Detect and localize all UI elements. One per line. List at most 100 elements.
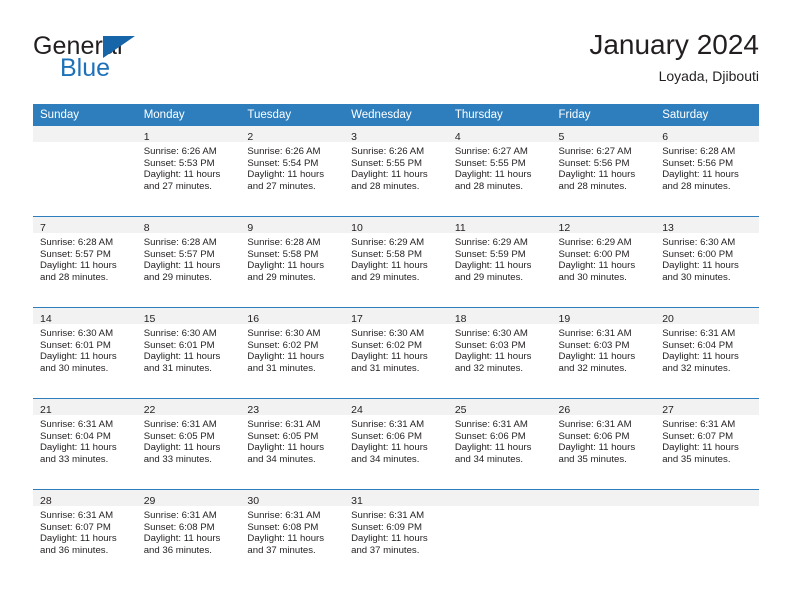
brand-logo[interactable]: General Blue [33, 32, 263, 92]
calendar-day-cell[interactable]: 31 Sunrise: 6:31 AM Sunset: 6:09 PM Dayligh… [344, 489, 448, 580]
day-number: 27 [662, 404, 674, 416]
day-number: 12 [558, 222, 571, 234]
sunset-text: Sunset: 6:03 PM [454, 339, 526, 351]
calendar-day-cell[interactable]: 17 Sunrise: 6:30 AM Sunset: 6:02 PM Dayligh… [344, 307, 448, 399]
day-cell-content: 20 Sunrise: 6:31 AM Sunset: 6:04 PM Dayligh… [655, 308, 759, 398]
day-number-band: 6 [655, 126, 759, 143]
day-cell-content: 29 Sunrise: 6:31 AM Sunset: 6:08 PM Dayligh… [136, 490, 241, 580]
day-number: 15 [143, 313, 156, 325]
daylight-text-line2: and 30 minutes. [558, 271, 627, 283]
calendar-day-cell[interactable]: 21 Sunrise: 6:31 AM Sunset: 6:04 PM Dayligh… [33, 398, 137, 490]
calendar-day-cell[interactable]: 9 Sunrise: 6:28 AM Sunset: 5:58 PM Daylight… [240, 216, 345, 308]
calendar-day-cell[interactable]: 27 Sunrise: 6:31 AM Sunset: 6:07 PM Dayligh… [655, 398, 759, 490]
calendar-day-cell[interactable]: 11 Sunrise: 6:29 AM Sunset: 5:59 PM Dayligh… [447, 216, 552, 308]
day-details: Sunrise: 6:31 AM Sunset: 6:09 PM Daylight:… [344, 506, 448, 556]
sunset-text: Sunset: 5:55 PM [351, 157, 423, 169]
page-subtitle: Loyada, Djibouti [658, 68, 759, 84]
sunrise-text: Sunrise: 6:31 AM [662, 328, 736, 339]
calendar-day-cell[interactable]: 24 Sunrise: 6:31 AM Sunset: 6:06 PM Dayligh… [344, 398, 448, 490]
calendar-day-cell[interactable]: 13 Sunrise: 6:30 AM Sunset: 6:00 PM Dayligh… [655, 216, 759, 308]
calendar-day-cell[interactable]: 30 Sunrise: 6:31 AM Sunset: 6:08 PM Dayligh… [240, 489, 345, 580]
calendar-day-cell[interactable]: 14 Sunrise: 6:30 AM Sunset: 6:01 PM Dayligh… [33, 307, 137, 399]
day-number: 25 [454, 404, 467, 416]
sunset-text: Sunset: 6:01 PM [143, 339, 215, 351]
sunrise-text: Sunrise: 6:28 AM [662, 146, 736, 157]
daylight-text-line1: Daylight: 11 hours [143, 442, 221, 454]
day-number-band: 15 [136, 308, 241, 325]
daylight-text-line1: Daylight: 11 hours [454, 351, 532, 363]
day-number-band: 17 [344, 308, 448, 325]
calendar-week-row: 14 Sunrise: 6:30 AM Sunset: 6:01 PM Dayligh… [33, 307, 759, 399]
weekday-header-sunday: Sunday [33, 104, 137, 126]
day-details: Sunrise: 6:31 AM Sunset: 6:08 PM Daylight:… [240, 506, 344, 556]
day-number: 20 [662, 313, 674, 325]
calendar-day-cell[interactable]: 22 Sunrise: 6:31 AM Sunset: 6:05 PM Dayligh… [136, 398, 241, 490]
day-cell-content: 3 Sunrise: 6:26 AM Sunset: 5:55 PM Daylight… [344, 126, 448, 216]
calendar-day-cell[interactable]: 15 Sunrise: 6:30 AM Sunset: 6:01 PM Dayligh… [136, 307, 241, 399]
calendar-day-cell[interactable]: 8 Sunrise: 6:28 AM Sunset: 5:57 PM Daylight… [136, 216, 241, 308]
day-cell-content: 2 Sunrise: 6:26 AM Sunset: 5:54 PM Daylight… [240, 126, 345, 216]
daylight-text-line2: and 28 minutes. [558, 180, 627, 192]
daylight-text-line2: and 30 minutes. [40, 362, 109, 374]
sunrise-text: Sunrise: 6:26 AM [247, 146, 321, 157]
calendar-day-cell[interactable]: 12 Sunrise: 6:29 AM Sunset: 6:00 PM Dayligh… [551, 216, 656, 308]
daylight-text-line2: and 37 minutes. [247, 544, 316, 556]
sunset-text: Sunset: 6:06 PM [558, 430, 630, 442]
day-number: 13 [662, 222, 674, 234]
daylight-text-line1: Daylight: 11 hours [662, 260, 739, 272]
sunset-text: Sunset: 6:05 PM [143, 430, 215, 442]
calendar-day-cell[interactable] [655, 489, 759, 580]
calendar-day-cell[interactable] [447, 489, 552, 580]
calendar-day-cell[interactable]: 29 Sunrise: 6:31 AM Sunset: 6:08 PM Dayligh… [136, 489, 241, 580]
sunrise-text: Sunrise: 6:26 AM [143, 146, 217, 157]
day-cell-content: 8 Sunrise: 6:28 AM Sunset: 5:57 PM Daylight… [136, 217, 241, 307]
calendar-day-cell[interactable]: 25 Sunrise: 6:31 AM Sunset: 6:06 PM Dayligh… [447, 398, 552, 490]
daylight-text-line2: and 29 minutes. [143, 271, 212, 283]
day-number: 16 [247, 313, 260, 325]
calendar-day-cell[interactable]: 23 Sunrise: 6:31 AM Sunset: 6:05 PM Dayligh… [240, 398, 345, 490]
calendar-day-cell[interactable]: 16 Sunrise: 6:30 AM Sunset: 6:02 PM Dayligh… [240, 307, 345, 399]
day-number-band: 2 [240, 126, 345, 143]
day-cell-content: 28 Sunrise: 6:31 AM Sunset: 6:07 PM Dayligh… [33, 490, 137, 580]
day-details: Sunrise: 6:29 AM Sunset: 5:59 PM Daylight:… [448, 233, 552, 283]
sunrise-text: Sunrise: 6:31 AM [143, 510, 217, 521]
daylight-text-line2: and 34 minutes. [247, 453, 316, 465]
calendar-day-cell[interactable] [551, 489, 656, 580]
calendar-day-cell[interactable]: 20 Sunrise: 6:31 AM Sunset: 6:04 PM Dayligh… [655, 307, 759, 399]
calendar-day-cell[interactable]: 4 Sunrise: 6:27 AM Sunset: 5:55 PM Daylight… [447, 126, 552, 217]
day-cell-content: 27 Sunrise: 6:31 AM Sunset: 6:07 PM Dayligh… [655, 399, 759, 489]
daylight-text-line2: and 33 minutes. [40, 453, 109, 465]
day-cell-content: 7 Sunrise: 6:28 AM Sunset: 5:57 PM Daylight… [33, 217, 137, 307]
daylight-text-line1: Daylight: 11 hours [143, 260, 221, 272]
calendar-day-cell[interactable]: 28 Sunrise: 6:31 AM Sunset: 6:07 PM Dayligh… [33, 489, 137, 580]
day-number: 2 [247, 131, 254, 143]
calendar-day-cell[interactable]: 19 Sunrise: 6:31 AM Sunset: 6:03 PM Dayligh… [551, 307, 656, 399]
daylight-text-line1: Daylight: 11 hours [247, 169, 325, 181]
sunrise-text: Sunrise: 6:28 AM [143, 237, 217, 248]
day-details: Sunrise: 6:30 AM Sunset: 6:02 PM Daylight:… [240, 324, 344, 374]
calendar-day-cell[interactable]: 1 Sunrise: 6:26 AM Sunset: 5:53 PM Daylight… [136, 126, 241, 217]
daylight-text-line2: and 32 minutes. [558, 362, 627, 374]
calendar-day-cell[interactable]: 6 Sunrise: 6:28 AM Sunset: 5:56 PM Daylight… [655, 126, 759, 217]
calendar-day-cell[interactable]: 10 Sunrise: 6:29 AM Sunset: 5:58 PM Dayligh… [344, 216, 448, 308]
calendar-day-cell[interactable]: 3 Sunrise: 6:26 AM Sunset: 5:55 PM Daylight… [344, 126, 448, 217]
day-details: Sunrise: 6:31 AM Sunset: 6:04 PM Daylight:… [33, 415, 137, 465]
calendar-day-cell[interactable] [33, 126, 137, 217]
calendar-day-cell[interactable]: 2 Sunrise: 6:26 AM Sunset: 5:54 PM Daylight… [240, 126, 345, 217]
calendar-day-cell[interactable]: 5 Sunrise: 6:27 AM Sunset: 5:56 PM Daylight… [551, 126, 656, 217]
day-number-band: 24 [344, 399, 448, 416]
calendar-page: General Blue January 2024 Loyada, Djibou… [0, 0, 792, 612]
daylight-text-line1: Daylight: 11 hours [40, 260, 117, 272]
day-cell-content [655, 490, 759, 580]
day-details: Sunrise: 6:30 AM Sunset: 6:01 PM Daylight:… [137, 324, 241, 374]
calendar-day-cell[interactable]: 18 Sunrise: 6:30 AM Sunset: 6:03 PM Dayligh… [447, 307, 552, 399]
day-details: Sunrise: 6:29 AM Sunset: 5:58 PM Daylight:… [344, 233, 448, 283]
daylight-text-line1: Daylight: 11 hours [662, 442, 739, 454]
calendar-day-cell[interactable]: 26 Sunrise: 6:31 AM Sunset: 6:06 PM Dayligh… [551, 398, 656, 490]
sunset-text: Sunset: 5:53 PM [143, 157, 215, 169]
sunrise-text: Sunrise: 6:31 AM [351, 510, 425, 521]
day-number-band: 1 [136, 126, 241, 143]
day-number: 5 [558, 131, 565, 143]
calendar-day-cell[interactable]: 7 Sunrise: 6:28 AM Sunset: 5:57 PM Daylight… [33, 216, 137, 308]
day-details: Sunrise: 6:26 AM Sunset: 5:55 PM Daylight:… [344, 142, 448, 192]
